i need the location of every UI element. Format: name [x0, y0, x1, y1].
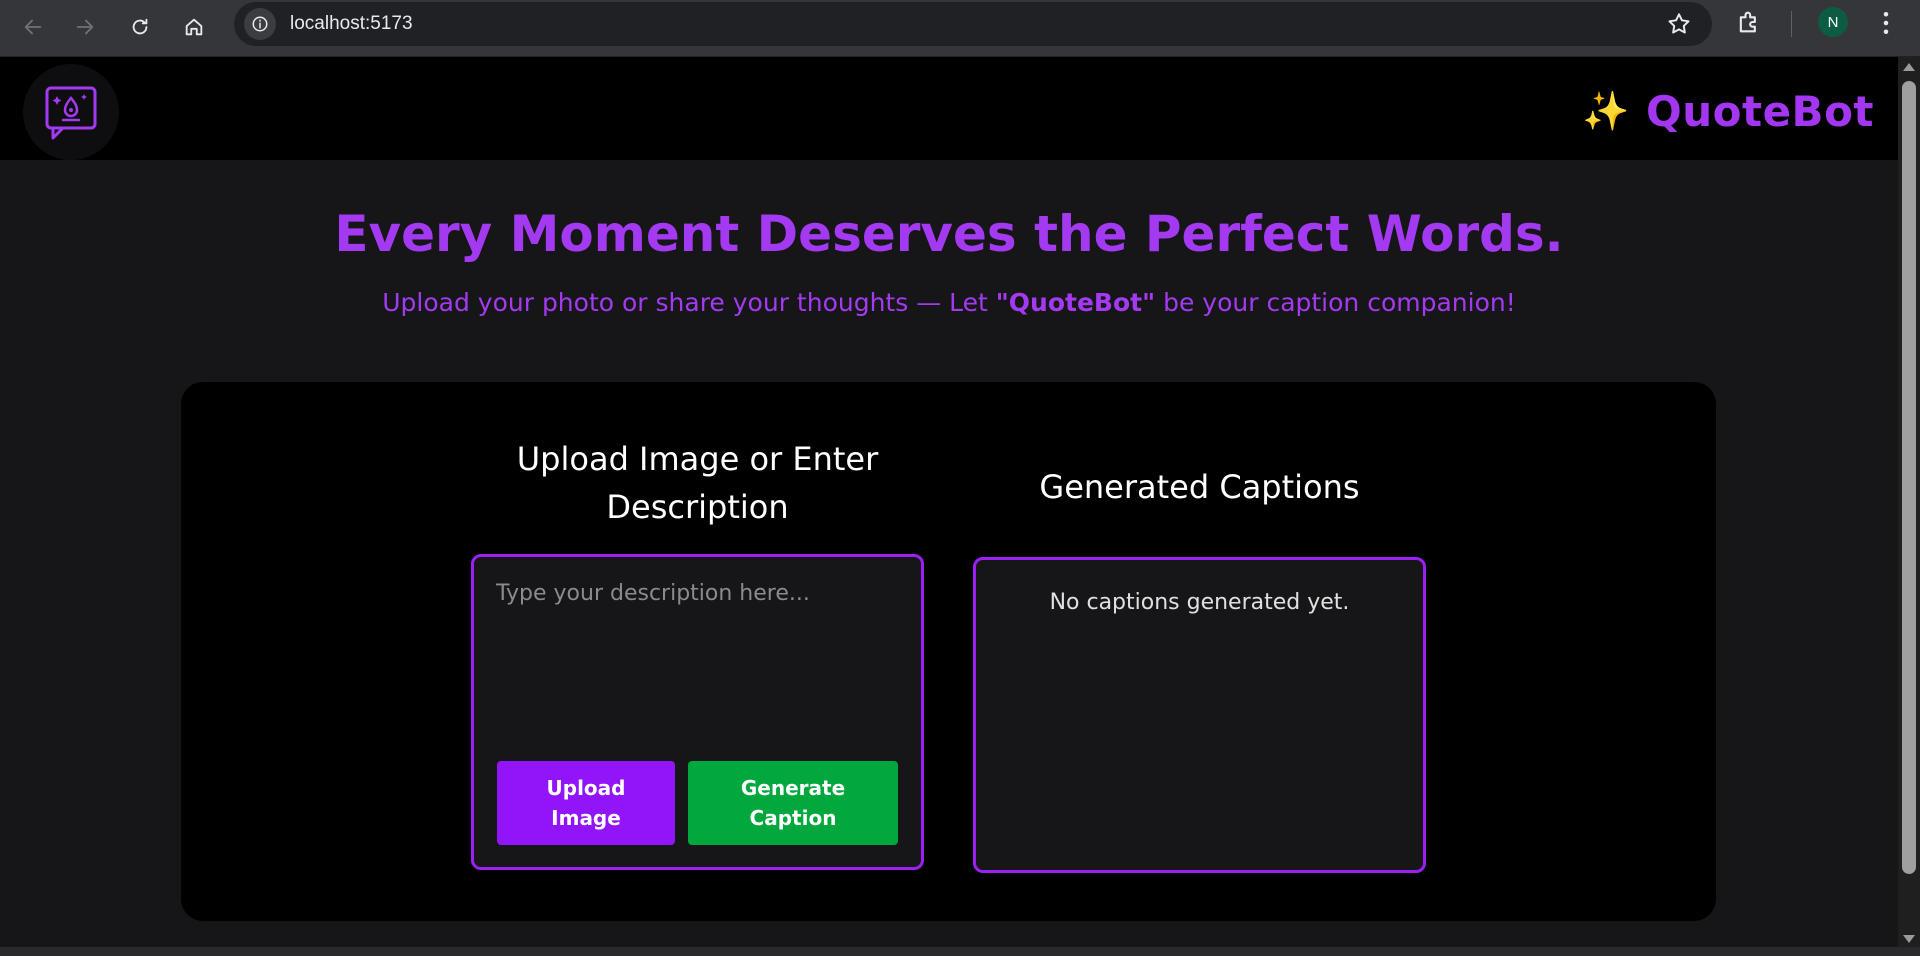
toolbar-divider [1791, 11, 1792, 37]
captions-card: No captions generated yet. [973, 557, 1426, 873]
input-panel-title-line1: Upload Image or Enter [516, 440, 879, 478]
hero-subtitle-brand: "QuoteBot" [995, 288, 1156, 317]
browser-toolbar: localhost:5173 N [0, 0, 1920, 57]
forward-icon [76, 19, 94, 35]
hero-subtitle-prefix: Upload your photo or share your thoughts… [382, 288, 996, 317]
scroll-up-arrow-icon[interactable] [1903, 63, 1915, 71]
more-menu-icon[interactable] [1870, 8, 1902, 38]
profile-avatar[interactable]: N [1818, 7, 1848, 37]
reload-button[interactable] [121, 8, 159, 46]
scroll-thumb[interactable] [1902, 81, 1916, 874]
site-info-icon [252, 16, 268, 32]
bottom-strip [0, 947, 1920, 956]
address-bar[interactable]: localhost:5173 [234, 2, 1712, 46]
home-button[interactable] [175, 8, 213, 46]
hero-subtitle-suffix: be your caption companion! [1155, 288, 1516, 317]
reload-icon [132, 18, 148, 35]
description-input[interactable] [496, 581, 896, 701]
sparkles-icon: ✨ [1582, 89, 1631, 133]
input-card: Upload Image Generate Caption [471, 554, 924, 870]
generate-caption-label-line2: Caption [749, 806, 837, 830]
url-text[interactable]: localhost:5173 [290, 13, 413, 35]
chat-sparkle-logo-icon [45, 86, 97, 140]
home-icon [185, 18, 203, 36]
forward-button[interactable] [66, 8, 104, 46]
extensions-icon[interactable] [1735, 8, 1763, 36]
app-header: ✨ QuoteBot [0, 57, 1898, 160]
logo[interactable] [23, 64, 119, 160]
brand-name: QuoteBot [1646, 87, 1874, 136]
empty-captions-message: No captions generated yet. [1049, 590, 1350, 615]
upload-image-label-line1: Upload [546, 776, 626, 800]
back-icon [24, 19, 42, 35]
output-panel-title: Generated Captions [1039, 468, 1360, 506]
bookmark-star-icon[interactable] [1666, 11, 1692, 37]
hero-title: Every Moment Deserves the Perfect Words. [334, 205, 1564, 263]
main-panel [181, 382, 1716, 921]
generate-caption-button[interactable]: Generate Caption [688, 761, 898, 845]
input-panel-title-line2: Description [606, 488, 789, 526]
generate-caption-label-line1: Generate [740, 776, 846, 800]
input-panel-title: Upload Image or Enter Description [471, 435, 924, 531]
scroll-down-arrow-icon[interactable] [1903, 935, 1915, 943]
back-button[interactable] [14, 8, 52, 46]
upload-image-button[interactable]: Upload Image [497, 761, 675, 845]
brand-title: ✨ QuoteBot [1582, 87, 1874, 136]
hero-subtitle: Upload your photo or share your thoughts… [0, 288, 1898, 317]
page-scrollbar[interactable] [1898, 57, 1920, 947]
site-info-button[interactable] [244, 8, 276, 40]
upload-image-label-line2: Image [551, 806, 621, 830]
